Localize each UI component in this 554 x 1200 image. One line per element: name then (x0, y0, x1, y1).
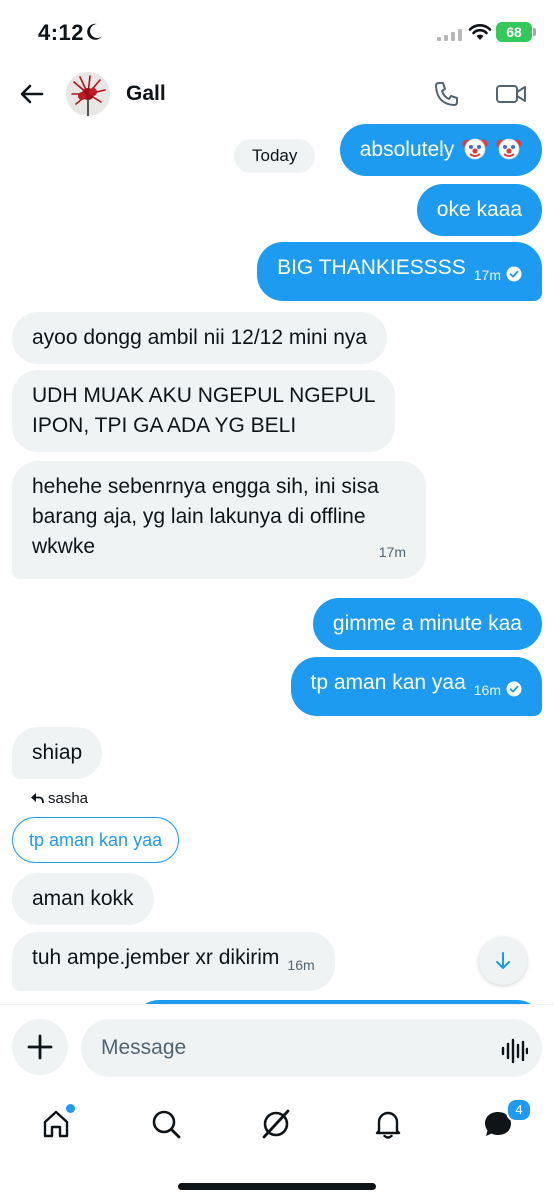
message-input[interactable] (81, 1019, 542, 1077)
signal-icon (437, 29, 462, 41)
status-bar: 4:12 68 (0, 0, 554, 64)
message-bubble-incoming[interactable]: ayoo dongg ambil nii 12/12 mini nya (12, 312, 388, 364)
flower-avatar-image (66, 72, 110, 116)
message-time: 17m (473, 267, 501, 283)
contact-name[interactable]: Gall (126, 82, 166, 106)
avatar[interactable] (66, 72, 110, 116)
seen-check-icon (506, 266, 522, 282)
message-bubble-incoming[interactable]: aman kokk (12, 873, 154, 925)
attach-button[interactable] (12, 1019, 68, 1075)
message-list[interactable]: Today absolutely oke kaaa BIG THANKIESSS… (0, 124, 554, 1004)
phone-icon[interactable] (432, 80, 460, 108)
battery-indicator: 68 (496, 22, 532, 42)
message-bubble-outgoing[interactable]: gimme a minute kaa (312, 598, 542, 650)
quoted-message[interactable]: tp aman kan yaa (12, 817, 180, 863)
message-text: tuh ampe.jember xr dikirim (32, 946, 280, 969)
bell-icon (375, 1111, 401, 1139)
tab-messages[interactable]: 4 (478, 1098, 532, 1144)
reply-context-label: sasha (30, 790, 88, 807)
home-unread-dot (66, 1104, 75, 1113)
message-text-line: UDH MUAK AKU NGEPUL NGEPUL (32, 384, 376, 407)
clown-face-emoji-icon (462, 138, 488, 160)
seen-check-icon (506, 681, 522, 697)
message-bubble-incoming[interactable]: hehehe sebenrnya engga sih, ini sisa bar… (12, 461, 426, 579)
reply-arrow-icon (31, 793, 44, 804)
message-text-line: wkwke (32, 535, 96, 558)
message-time: 16m (287, 957, 315, 973)
home-icon (43, 1110, 69, 1138)
grok-icon (262, 1109, 290, 1139)
message-text: aman kokk (32, 887, 134, 910)
voice-waveform-icon[interactable] (500, 1038, 528, 1064)
wifi-icon (468, 24, 492, 40)
back-arrow-icon[interactable] (18, 80, 46, 108)
tab-home[interactable] (36, 1104, 76, 1144)
bottom-tab-bar: 4 (0, 1090, 554, 1200)
battery-nub (533, 28, 536, 36)
message-bubble-incoming[interactable]: UDH MUAK AKU NGEPUL NGEPUL IPON, TPI GA … (12, 370, 396, 452)
clown-face-emoji-icon (496, 138, 522, 160)
message-time: 16m (473, 682, 501, 698)
message-bubble-incoming[interactable]: shiap (12, 727, 103, 779)
message-bubble-outgoing[interactable]: BIG THANKIESSSS 17m (257, 242, 542, 301)
reply-to-name: sasha (48, 790, 89, 807)
conversation-header: Gall (0, 64, 554, 124)
video-camera-icon[interactable] (495, 80, 527, 108)
message-composer (0, 1004, 554, 1090)
arrow-down-icon (496, 952, 510, 969)
message-text: BIG THANKIESSSS (277, 256, 466, 279)
status-time: 4:12 (38, 20, 85, 45)
message-bubble-outgoing[interactable]: absolutely (339, 124, 542, 176)
message-text: oke kaaa (436, 198, 522, 221)
message-text-line: hehehe sebenrnya engga sih, ini sisa (32, 475, 379, 498)
scroll-to-bottom-button[interactable] (479, 937, 527, 985)
message-text: shiap (32, 741, 83, 764)
message-text-line: IPON, TPI GA ADA YG BELI (32, 414, 297, 437)
message-bubble-incoming[interactable]: tuh ampe.jember xr dikirim 16m (12, 932, 335, 991)
message-bubble-outgoing[interactable]: oke kaaa (416, 184, 542, 236)
tab-notifications[interactable] (368, 1104, 408, 1144)
plus-icon (27, 1034, 53, 1060)
message-text: tp aman kan yaa (310, 671, 466, 694)
date-separator: Today (234, 139, 316, 173)
message-text-line: barang aja, yg lain lakunya di offline (32, 505, 366, 528)
quoted-message-text: tp aman kan yaa (29, 830, 163, 850)
message-time: 17m (378, 544, 406, 560)
moon-icon (87, 23, 102, 40)
search-icon (152, 1110, 181, 1139)
tab-search[interactable] (146, 1104, 186, 1144)
messages-badge: 4 (506, 1098, 532, 1122)
message-text: ayoo dongg ambil nii 12/12 mini nya (32, 326, 368, 349)
message-bubble-outgoing[interactable]: tp aman kan yaa 16m (290, 657, 542, 716)
message-text: absolutely (359, 138, 455, 161)
home-indicator (178, 1183, 376, 1190)
message-text: gimme a minute kaa (332, 612, 522, 635)
tab-grok[interactable] (256, 1104, 296, 1144)
